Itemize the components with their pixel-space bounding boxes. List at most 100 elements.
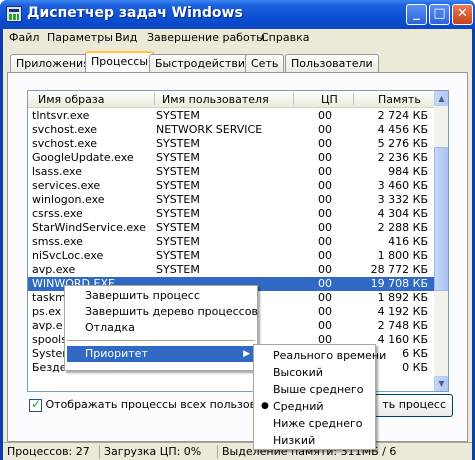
tab-network[interactable]: Сеть: [245, 54, 285, 72]
column-user-name[interactable]: Имя пользователя: [162, 93, 269, 106]
memory-cell: 6 КБ: [402, 347, 428, 360]
table-row[interactable]: lsass.exe SYSTEM 00 984 КБ: [28, 165, 434, 179]
image-name-cell: services.exe: [32, 179, 101, 192]
table-row[interactable]: services.exe SYSTEM 00 3 460 КБ: [28, 179, 434, 193]
minimize-button[interactable]: _: [406, 4, 427, 25]
tab-performance[interactable]: Быстродействие: [149, 54, 258, 72]
selected-bullet-icon: ●: [261, 401, 269, 411]
menu-item-end-process-tree[interactable]: Завершить дерево процессов: [67, 304, 258, 320]
memory-cell: 984 КБ: [388, 165, 428, 178]
column-memory[interactable]: Память: [378, 93, 421, 106]
cpu-cell: 00: [318, 263, 332, 276]
task-manager-window: Диспетчер задач Windows _ □ ✕ Файл Парам…: [0, 0, 475, 460]
close-button[interactable]: ✕: [452, 4, 473, 25]
title-bar[interactable]: Диспетчер задач Windows _ □ ✕: [0, 0, 475, 29]
table-row[interactable]: niSvcLoc.exe SYSTEM 00 1 800 КБ: [28, 249, 434, 263]
show-all-processes-checkbox[interactable]: [29, 397, 42, 412]
priority-option-label: Высокий: [273, 366, 323, 379]
priority-option-label: Реального времени: [273, 349, 387, 362]
image-name-cell: StarWindService.exe: [32, 221, 146, 234]
menu-file[interactable]: Файл: [9, 31, 39, 44]
menu-view[interactable]: Вид: [115, 31, 137, 44]
memory-cell: 4 456 КБ: [377, 123, 428, 136]
column-cpu[interactable]: ЦП: [321, 93, 338, 106]
memory-cell: 4 160 КБ: [377, 333, 428, 346]
menu-separator: [67, 340, 255, 341]
image-name-cell: svchost.exe: [32, 137, 98, 150]
scroll-up-icon[interactable]: ▲: [434, 91, 448, 106]
user-name-cell: SYSTEM: [156, 179, 200, 192]
cpu-cell: 00: [318, 319, 332, 332]
table-row[interactable]: smss.exe SYSTEM 00 416 КБ: [28, 235, 434, 249]
maximize-button[interactable]: □: [429, 4, 450, 25]
menu-options[interactable]: Параметры: [47, 31, 113, 44]
table-row[interactable]: tlntsvr.exe SYSTEM 00 2 724 КБ: [28, 109, 434, 123]
column-divider[interactable]: [154, 93, 155, 105]
priority-submenu: Реального времени Высокий Выше среднего ● Ср…: [253, 344, 386, 450]
cpu-cell: 00: [318, 151, 332, 164]
priority-option-label: Средний: [273, 400, 324, 413]
priority-option[interactable]: Выше среднего: [256, 381, 374, 398]
cpu-cell: 00: [318, 123, 332, 136]
image-name-cell: ps.ex: [32, 305, 62, 318]
table-row[interactable]: svchost.exe NETWORK SERVICE 00 4 456 КБ: [28, 123, 434, 137]
status-bar: Процессов: 27 Загрузка ЦП: 0% Выделение …: [3, 442, 472, 460]
priority-option[interactable]: Ниже среднего: [256, 415, 374, 432]
cpu-cell: 00: [318, 249, 332, 262]
priority-option[interactable]: Высокий: [256, 364, 374, 381]
priority-option-label: Выше среднего: [273, 383, 364, 396]
priority-option[interactable]: Низкий: [256, 432, 374, 449]
tab-users[interactable]: Пользователи: [285, 54, 379, 72]
submenu-arrow-icon: ▶: [243, 349, 250, 359]
memory-cell: 2 236 КБ: [377, 151, 428, 164]
image-name-cell: avp.e: [32, 319, 63, 332]
window-title: Диспетчер задач Windows: [27, 5, 243, 21]
user-name-cell: SYSTEM: [156, 151, 200, 164]
user-name-cell: SYSTEM: [156, 235, 200, 248]
cpu-cell: 00: [318, 193, 332, 206]
priority-option-label: Низкий: [273, 434, 316, 447]
menu-item-priority[interactable]: Приоритет ▶: [67, 346, 255, 362]
menu-help[interactable]: Справка: [261, 31, 309, 44]
user-name-cell: SYSTEM: [156, 109, 200, 122]
menu-shutdown[interactable]: Завершение работы: [147, 31, 265, 44]
scroll-down-icon[interactable]: ▼: [434, 376, 448, 391]
memory-cell: 3 332 КБ: [377, 193, 428, 206]
column-image-name[interactable]: Имя образа: [38, 93, 104, 106]
menu-item-end-process[interactable]: Завершить процесс: [67, 288, 255, 304]
user-name-cell: SYSTEM: [156, 193, 200, 206]
show-all-processes-option[interactable]: Отображать процессы всех пользовател: [29, 397, 283, 412]
column-divider[interactable]: [353, 93, 354, 105]
priority-option[interactable]: Реального времени: [256, 347, 386, 364]
column-divider[interactable]: [293, 93, 294, 105]
cpu-cell: 00: [318, 277, 332, 290]
table-row[interactable]: csrss.exe SYSTEM 00 4 304 КБ: [28, 207, 434, 221]
table-row[interactable]: avp.exe SYSTEM 00 28 772 КБ: [28, 263, 434, 277]
user-name-cell: SYSTEM: [156, 137, 200, 150]
priority-option-label: Ниже среднего: [273, 417, 363, 430]
memory-cell: 5 276 КБ: [377, 137, 428, 150]
image-name-cell: GoogleUpdate.exe: [32, 151, 134, 164]
menu-item-debug[interactable]: Отладка: [67, 320, 255, 336]
table-row[interactable]: svchost.exe SYSTEM 00 5 276 КБ: [28, 137, 434, 151]
processes-panel: Имя образа Имя пользователя ЦП Память tl…: [7, 72, 468, 442]
priority-option[interactable]: ● Средний: [256, 398, 374, 415]
cpu-cell: 00: [318, 207, 332, 220]
status-divider: [99, 445, 100, 459]
menu-bar: Файл Параметры Вид Завершение работы Спр…: [3, 29, 472, 48]
image-name-cell: winlogon.exe: [32, 193, 105, 206]
table-row[interactable]: GoogleUpdate.exe SYSTEM 00 2 236 КБ: [28, 151, 434, 165]
tab-applications[interactable]: Приложения: [10, 54, 96, 72]
table-row[interactable]: winlogon.exe SYSTEM 00 3 332 КБ: [28, 193, 434, 207]
user-name-cell: SYSTEM: [156, 221, 200, 234]
memory-cell: 4 304 КБ: [377, 207, 428, 220]
window-client: Файл Параметры Вид Завершение работы Спр…: [3, 29, 472, 460]
vertical-scrollbar[interactable]: ▲ ▼: [434, 91, 448, 391]
user-name-cell: SYSTEM: [156, 207, 200, 220]
table-row[interactable]: StarWindService.exe SYSTEM 00 2 288 КБ: [28, 221, 434, 235]
end-process-button[interactable]: ть процесс: [371, 394, 453, 417]
tab-processes[interactable]: Процессы: [85, 51, 155, 73]
image-name-cell: csrss.exe: [32, 207, 83, 220]
scroll-thumb[interactable]: [434, 147, 448, 291]
status-cpu: Загрузка ЦП: 0%: [104, 445, 202, 458]
